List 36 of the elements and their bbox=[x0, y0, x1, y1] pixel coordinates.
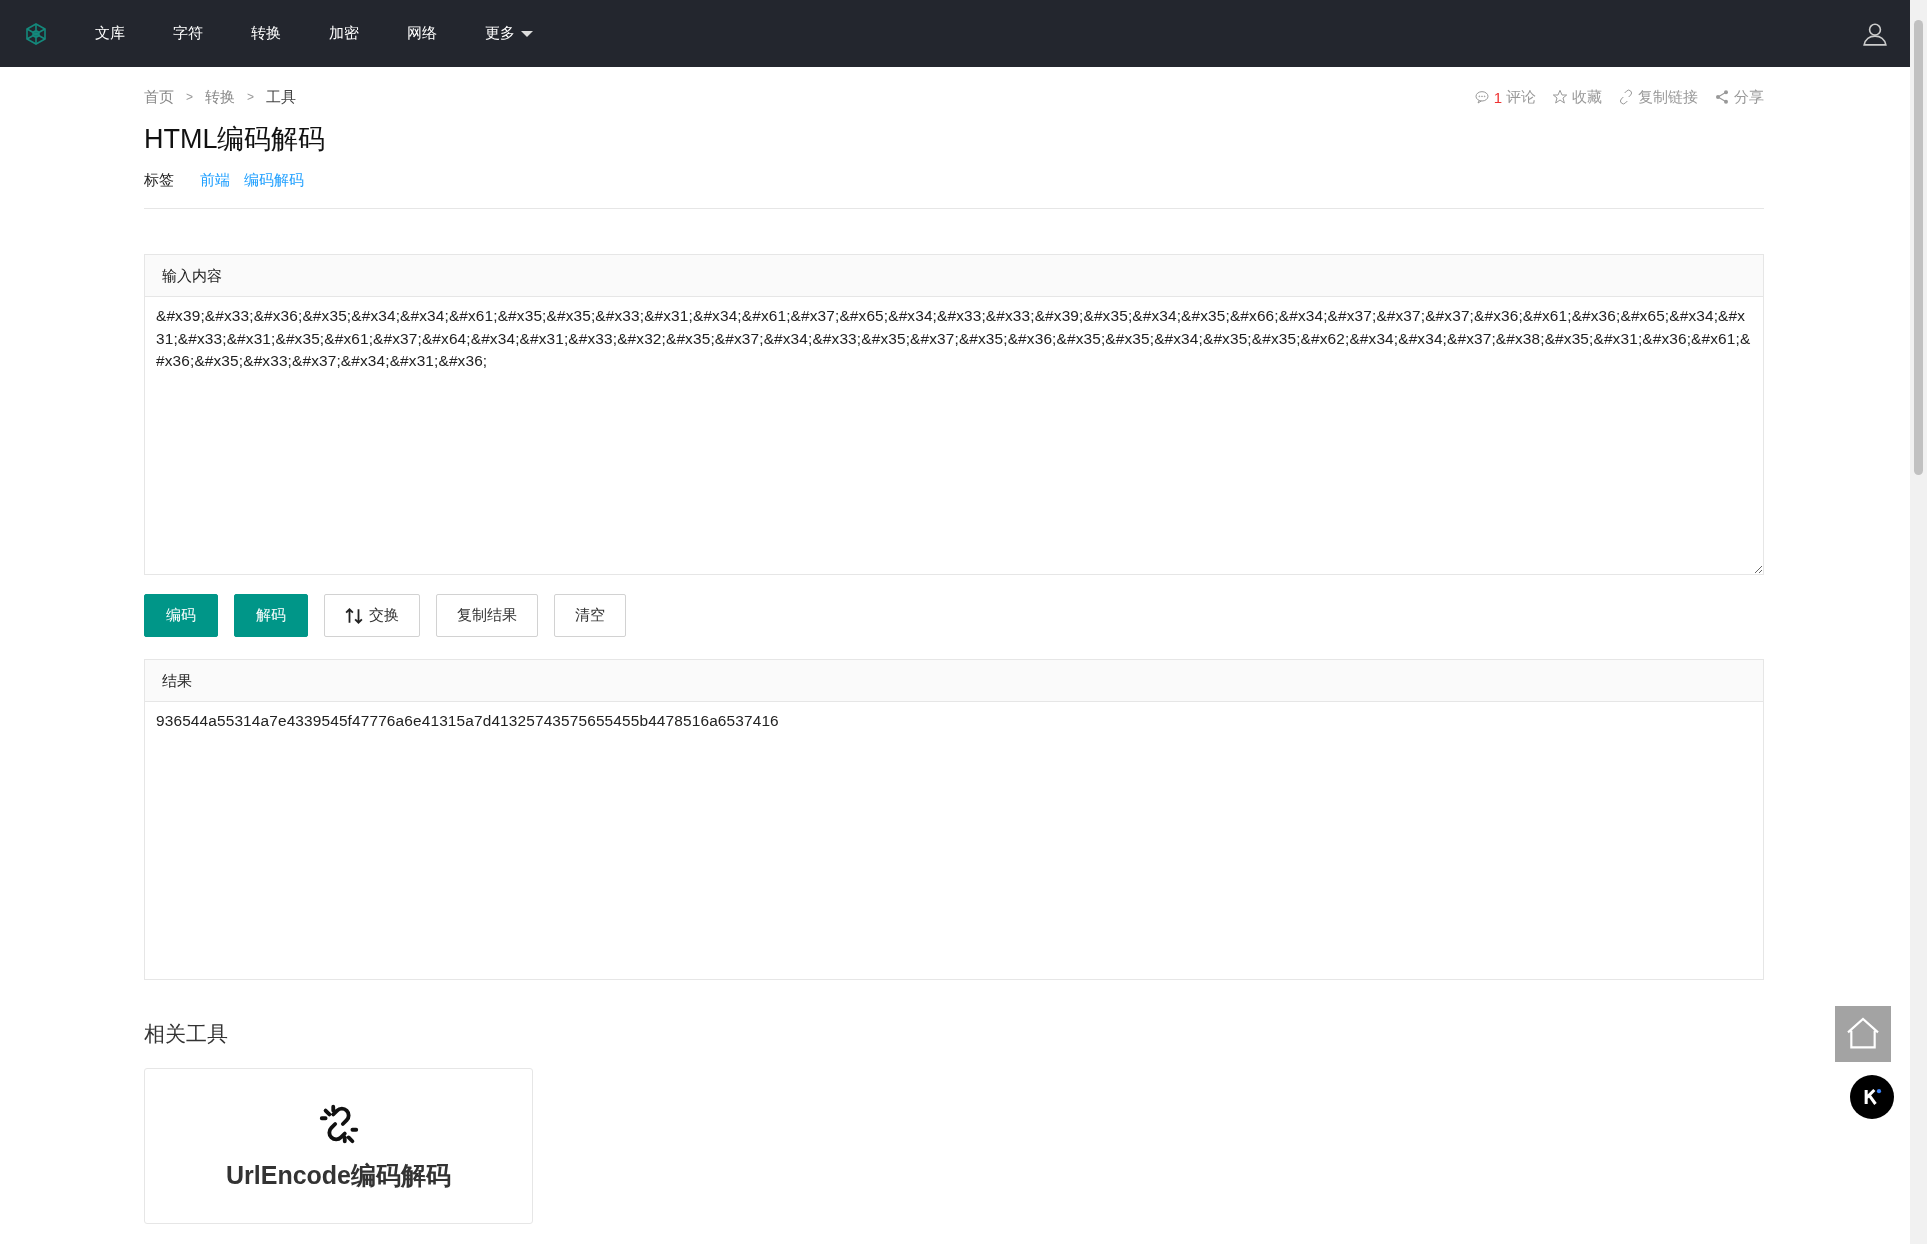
scrollbar[interactable] bbox=[1910, 0, 1927, 1244]
action-button[interactable]: 清空 bbox=[554, 594, 626, 637]
action-button[interactable]: 复制结果 bbox=[436, 594, 538, 637]
tags-label: 标签 bbox=[144, 171, 174, 190]
result-field[interactable]: 936544a55314a7e4339545f47776a6e41315a7d41325743575655455b4478516a6537416 bbox=[144, 702, 1764, 980]
k-logo-button[interactable] bbox=[1850, 1075, 1894, 1119]
action-button[interactable]: 解码 bbox=[234, 594, 308, 637]
breadcrumb-separator: > bbox=[186, 90, 193, 104]
up-down-arrows-icon bbox=[345, 606, 363, 625]
page-title: HTML编码解码 bbox=[144, 123, 327, 156]
star-icon bbox=[1552, 89, 1568, 105]
comments-link[interactable]: 1 评论 bbox=[1473, 87, 1536, 107]
action-button[interactable]: 编码 bbox=[144, 594, 218, 637]
nav-link[interactable]: 网络 bbox=[407, 24, 437, 43]
panel-header: 结果 bbox=[144, 659, 1764, 702]
nav-link[interactable]: 转换 bbox=[251, 24, 281, 43]
section-heading: 相关工具 bbox=[144, 1021, 229, 1047]
scrollbar-thumb[interactable] bbox=[1914, 20, 1923, 475]
breadcrumb-separator: > bbox=[247, 90, 255, 104]
tool-card[interactable]: UrlEncode编码解码 bbox=[144, 1068, 533, 1224]
logo-icon[interactable] bbox=[24, 21, 48, 46]
nav-link[interactable]: 字符 bbox=[173, 24, 203, 43]
swap-button[interactable]: 交换 bbox=[324, 594, 420, 637]
tool-name: UrlEncode编码解码 bbox=[226, 1159, 451, 1191]
breadcrumb-link[interactable]: 首页 bbox=[144, 87, 174, 107]
nav-link[interactable]: 更多 bbox=[485, 24, 533, 43]
speech-bubble-icon bbox=[1473, 89, 1490, 105]
nav-link[interactable]: 加密 bbox=[329, 24, 359, 43]
breadcrumb-link[interactable]: 工具 bbox=[266, 87, 297, 107]
link-icon bbox=[1618, 89, 1634, 105]
share-icon bbox=[1714, 89, 1730, 105]
breadcrumb-link[interactable]: 转换 bbox=[205, 87, 235, 107]
nav-link[interactable]: 文库 bbox=[95, 24, 125, 43]
input-field[interactable]: &#x39;&#x33;&#x36;&#x35;&#x34;&#x34;&#x61;&#x35;&#x35;&#x33;&#x31;&#x34;&#x61;&#x37;&#x65;&#x34;&#x33;&#x33;&#x39;&#x35;&#x34;&#x35;&#x66;&#x34;&#x37;&#x37;&#x37;&#x36;&#x61;&#x36;&#x65;&#x34;&#x31;&#x33;&#x31;&#x35;&#x61;&#x37;&#x64;&#x34;&#x31;&#x33;&#x32;&#x35;&#x37;&#x34;&#x33;&#x35;&#x37;&#x35;&#x36;&#x35;&#x35;&#x34;&#x35;&#x35;&#x62;&#x34;&#x34;&#x37;&#x38;&#x35;&#x31;&#x36;&#x61;&#x36;&#x35;&#x33;&#x37;&#x34;&#x31;&#x36; bbox=[144, 297, 1764, 575]
panel-header: 输入内容 bbox=[144, 254, 1764, 297]
home-button[interactable] bbox=[1835, 1006, 1891, 1062]
